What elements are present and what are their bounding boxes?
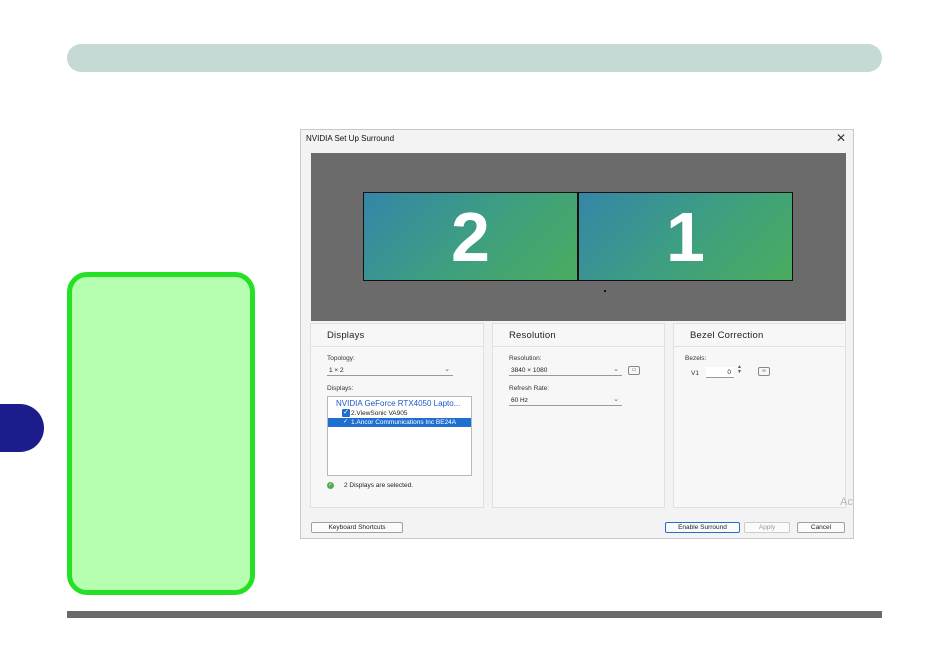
checkmark-circle-icon: ✓: [327, 482, 334, 489]
displays-panel: Displays Topology: 1 × 2 ⌄ Displays: NVI…: [310, 323, 484, 508]
resolution-settings-icon[interactable]: ▭: [628, 366, 640, 375]
topology-value: 1 × 2: [329, 367, 344, 374]
sidebar-note-box: [67, 272, 255, 595]
panel-header: Displays: [311, 324, 483, 347]
resolution-value: 3840 × 1080: [511, 367, 548, 374]
keyboard-shortcuts-button[interactable]: Keyboard Shortcuts: [311, 522, 403, 533]
selection-status: ✓ 2 Displays are selected.: [327, 482, 413, 489]
chevron-down-icon: ⌄: [613, 396, 619, 403]
monitor-number: 1: [666, 198, 705, 276]
apply-button[interactable]: Apply: [744, 522, 790, 533]
display-item-viewsonic[interactable]: ✓ 2.ViewSonic VA905: [328, 409, 471, 418]
displays-list: NVIDIA GeForce RTX4050 Lapto... ✓ 2.View…: [327, 396, 472, 476]
check-icon: ✓: [343, 419, 349, 425]
stepper-arrows-icon[interactable]: ▲ ▼: [737, 365, 742, 375]
dialog-title: NVIDIA Set Up Surround: [306, 134, 395, 143]
display-item-label: 2.ViewSonic VA905: [351, 410, 408, 417]
resolution-panel-title: Resolution: [509, 330, 556, 341]
close-icon[interactable]: ✕: [836, 131, 846, 145]
monitor-1[interactable]: 1: [578, 192, 793, 281]
display-arrangement-preview: 2 1: [311, 153, 846, 321]
resolution-panel: Resolution Resolution: 3840 × 1080 ⌄ ▭ R…: [492, 323, 665, 508]
chevron-down-icon: ⌄: [613, 366, 619, 373]
v1-value: 0: [727, 369, 731, 376]
chevron-down-icon: ⌄: [444, 366, 450, 373]
cancel-button[interactable]: Cancel: [797, 522, 845, 533]
v1-input[interactable]: 0: [706, 367, 734, 378]
bezel-panel-title: Bezel Correction: [690, 330, 764, 341]
title-bar: NVIDIA Set Up Surround ✕: [301, 130, 853, 150]
link-icon[interactable]: ∞: [758, 367, 770, 376]
displays-label: Displays:: [327, 385, 354, 392]
gpu-tree-item[interactable]: NVIDIA GeForce RTX4050 Lapto...: [336, 399, 479, 408]
refresh-rate-dropdown[interactable]: 60 Hz ⌄: [509, 395, 622, 406]
monitor-number: 2: [451, 198, 490, 276]
refresh-rate-label: Refresh Rate:: [509, 385, 550, 392]
bezels-label: Bezels:: [685, 355, 707, 362]
chapter-tab: [0, 404, 44, 452]
display-item-ancor[interactable]: ✓ 1.Ancor Communications Inc BE24A: [328, 418, 471, 427]
resolution-label: Resolution:: [509, 355, 542, 362]
bezel-correction-panel: Bezel Correction Bezels: V1 0 ▲ ▼ ∞ Ac: [673, 323, 853, 508]
nvidia-surround-dialog: NVIDIA Set Up Surround ✕ 2 1 Displays To…: [300, 129, 854, 539]
resolution-dropdown[interactable]: 3840 × 1080 ⌄: [509, 365, 622, 376]
enable-surround-button[interactable]: Enable Surround: [665, 522, 740, 533]
v1-label: V1: [691, 370, 699, 377]
watermark-text: Ac: [840, 496, 853, 508]
refresh-rate-value: 60 Hz: [511, 397, 528, 404]
display-item-label: 1.Ancor Communications Inc BE24A: [351, 419, 457, 426]
page-header-bar: [67, 44, 882, 72]
panel-header: Bezel Correction: [674, 324, 845, 347]
topology-label: Topology:: [327, 355, 355, 362]
displays-panel-title: Displays: [327, 330, 365, 341]
page-footer-line: [67, 611, 882, 618]
panel-header: Resolution: [493, 324, 664, 347]
topology-dropdown[interactable]: 1 × 2 ⌄: [327, 365, 453, 376]
preview-center-dot: [604, 290, 606, 292]
monitor-2[interactable]: 2: [363, 192, 578, 281]
checkbox-icon[interactable]: ✓: [342, 409, 350, 417]
status-text: 2 Displays are selected.: [344, 482, 414, 490]
